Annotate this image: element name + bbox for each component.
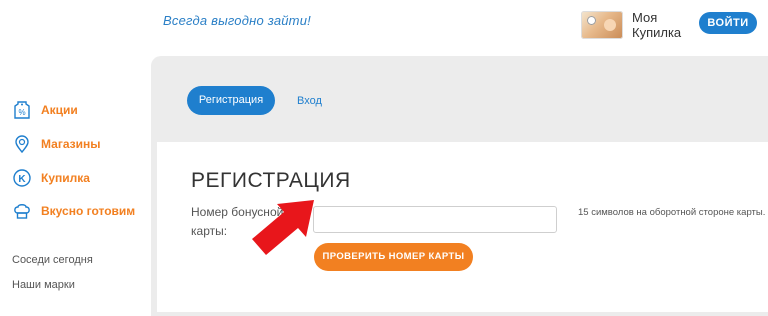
footer-link-neighbors[interactable]: Соседи сегодня (12, 254, 93, 266)
k-coin-icon: K (12, 168, 32, 188)
sidebar-item-promotions[interactable]: % Акции (12, 100, 78, 120)
sidebar-item-label: Акции (41, 103, 78, 117)
sidebar-item-kupilka[interactable]: K Купилка (12, 168, 90, 188)
card-logo-icon (587, 16, 596, 25)
svg-text:%: % (18, 108, 25, 117)
svg-text:K: K (18, 174, 26, 185)
check-card-button[interactable]: ПРОВЕРИТЬ НОМЕР КАРТЫ (314, 243, 473, 271)
sidebar-item-stores[interactable]: Магазины (12, 134, 100, 154)
tab-login[interactable]: Вход (297, 95, 322, 107)
sidebar-item-cooking[interactable]: Вкусно готовим (12, 201, 135, 221)
footer-link-brands[interactable]: Наши марки (12, 279, 75, 291)
card-number-hint: 15 символов на оборотной стороне карты. (578, 207, 766, 218)
my-kupilka-link[interactable]: Моя Купилка (632, 10, 692, 40)
card-number-input[interactable] (313, 206, 557, 233)
chef-hat-icon (12, 201, 32, 221)
bonus-card-thumbnail[interactable] (581, 11, 623, 39)
map-pin-icon (12, 134, 32, 154)
tag-percent-icon: % (12, 100, 32, 120)
annotation-arrow-icon (252, 200, 314, 255)
tab-registration[interactable]: Регистрация (187, 86, 275, 115)
sidebar-item-label: Магазины (41, 137, 101, 151)
login-button[interactable]: ВОЙТИ (699, 12, 757, 34)
slogan: Всегда выгодно зайти! (163, 13, 311, 28)
sidebar-item-label: Вкусно готовим (41, 204, 136, 218)
sidebar-item-label: Купилка (41, 171, 90, 185)
card-image (604, 19, 616, 31)
